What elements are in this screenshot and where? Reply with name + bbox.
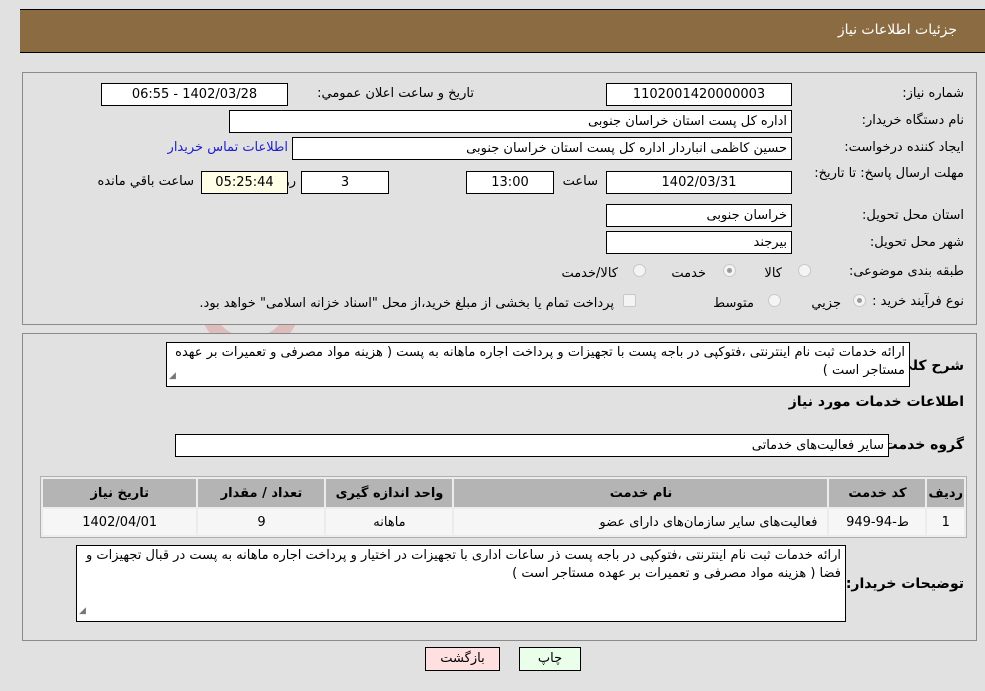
back-button[interactable]: بازگشت	[425, 647, 500, 671]
category-label: طبقه بندی موضوعی:	[848, 264, 964, 279]
process-radio-minor[interactable]	[853, 294, 866, 307]
creator-label: ایجاد کننده درخواست:	[844, 140, 964, 155]
days-remaining-field: 3	[301, 171, 389, 194]
need-details-panel: شرح کلي نياز: ارائه خدمات ثبت نام اینترن…	[22, 333, 977, 641]
buyer-contact-link[interactable]: اطلاعات تماس خریدار	[168, 140, 288, 155]
deadline-label: مهلت ارسال پاسخ: تا تاریخ:	[814, 166, 964, 181]
resize-grip-icon[interactable]: ◢	[79, 602, 86, 620]
process-label: نوع فرآیند خرید :	[872, 294, 964, 309]
category-radio-goods-service[interactable]	[633, 264, 646, 277]
buyer-notes-text: ارائه خدمات ثبت نام اینترنتی ،فتوکپی در …	[86, 548, 841, 581]
col-service-code: کد خدمت	[829, 479, 926, 507]
remaining-time-field: 05:25:44	[201, 171, 288, 194]
cell-row: 1	[927, 509, 964, 535]
col-service-name: نام خدمت	[454, 479, 828, 507]
remaining-time-label: ساعت باقي مانده	[97, 174, 194, 189]
process-option-minor: جزيي	[811, 296, 841, 311]
buyer-org-label: نام دستگاه خریدار:	[861, 113, 964, 128]
announce-label: تاریخ و ساعت اعلان عمومي:	[317, 86, 474, 101]
service-group-label: گروه خدمت:	[878, 437, 964, 453]
cell-need-date: 1402/04/01	[43, 509, 197, 535]
col-need-date: تاریخ نیاز	[43, 479, 197, 507]
print-button[interactable]: چاپ	[519, 647, 581, 671]
resize-grip-icon[interactable]: ◢	[169, 367, 176, 385]
buyer-notes-textarea[interactable]: ارائه خدمات ثبت نام اینترنتی ،فتوکپی در …	[76, 545, 846, 622]
process-radio-medium[interactable]	[768, 294, 781, 307]
page-title: جزئیات اطلاعات نیاز	[837, 22, 957, 38]
services-table: ردیف کد خدمت نام خدمت واحد اندازه گیری ت…	[40, 476, 967, 538]
category-option-goods: کالا	[764, 266, 782, 281]
table-row: 1 ط-94-949 فعالیت‌های سایر سازمان‌های دا…	[43, 509, 964, 535]
summary-textarea[interactable]: ارائه خدمات ثبت نام اینترنتی ،فتوکپی در …	[166, 342, 910, 387]
category-option-goods-service: کالا/خدمت	[561, 266, 618, 281]
category-radio-service[interactable]	[723, 264, 736, 277]
buyer-org-field: اداره کل پست استان خراسان جنوبی	[229, 110, 792, 133]
need-number-label: شماره نیاز:	[902, 86, 964, 101]
page-header: جزئیات اطلاعات نیاز	[20, 9, 985, 53]
need-info-panel: شماره نیاز: 1102001420000003 تاریخ و ساع…	[22, 72, 977, 325]
creator-field: حسین کاظمی انباردار اداره کل پست استان خ…	[292, 137, 792, 160]
province-field: خراسان جنوبی	[606, 204, 792, 227]
service-group-field: سایر فعالیت‌های خدماتی	[175, 434, 889, 457]
services-table-header: ردیف کد خدمت نام خدمت واحد اندازه گیری ت…	[43, 479, 964, 507]
services-section-title: اطلاعات خدمات مورد نیاز	[788, 394, 964, 410]
category-radio-goods[interactable]	[798, 264, 811, 277]
category-option-service: خدمت	[671, 266, 706, 281]
buyer-notes-label: توضیحات خریدار:	[845, 576, 964, 592]
deadline-time-field: 13:00	[466, 171, 554, 194]
cell-service-code: ط-94-949	[829, 509, 926, 535]
cell-service-name: فعالیت‌های سایر سازمان‌های دارای عضو	[454, 509, 828, 535]
treasury-note: پرداخت تمام یا بخشی از مبلغ خرید،از محل …	[199, 296, 614, 311]
need-number-field: 1102001420000003	[606, 83, 792, 106]
summary-text: ارائه خدمات ثبت نام اینترنتی ،فتوکپی در …	[175, 345, 905, 378]
city-label: شهر محل تحویل:	[869, 235, 964, 250]
deadline-date-field: 1402/03/31	[606, 171, 792, 194]
process-option-medium: متوسط	[713, 296, 754, 311]
announce-field: 1402/03/28 - 06:55	[101, 83, 288, 106]
col-row: ردیف	[927, 479, 964, 507]
city-field: بیرجند	[606, 231, 792, 254]
province-label: استان محل تحویل:	[862, 208, 964, 223]
treasury-checkbox[interactable]	[623, 294, 636, 307]
col-quantity: تعداد / مقدار	[198, 479, 325, 507]
cell-quantity: 9	[198, 509, 325, 535]
deadline-time-label: ساعت	[562, 174, 598, 189]
cell-unit: ماهانه	[326, 509, 453, 535]
col-unit: واحد اندازه گیری	[326, 479, 453, 507]
